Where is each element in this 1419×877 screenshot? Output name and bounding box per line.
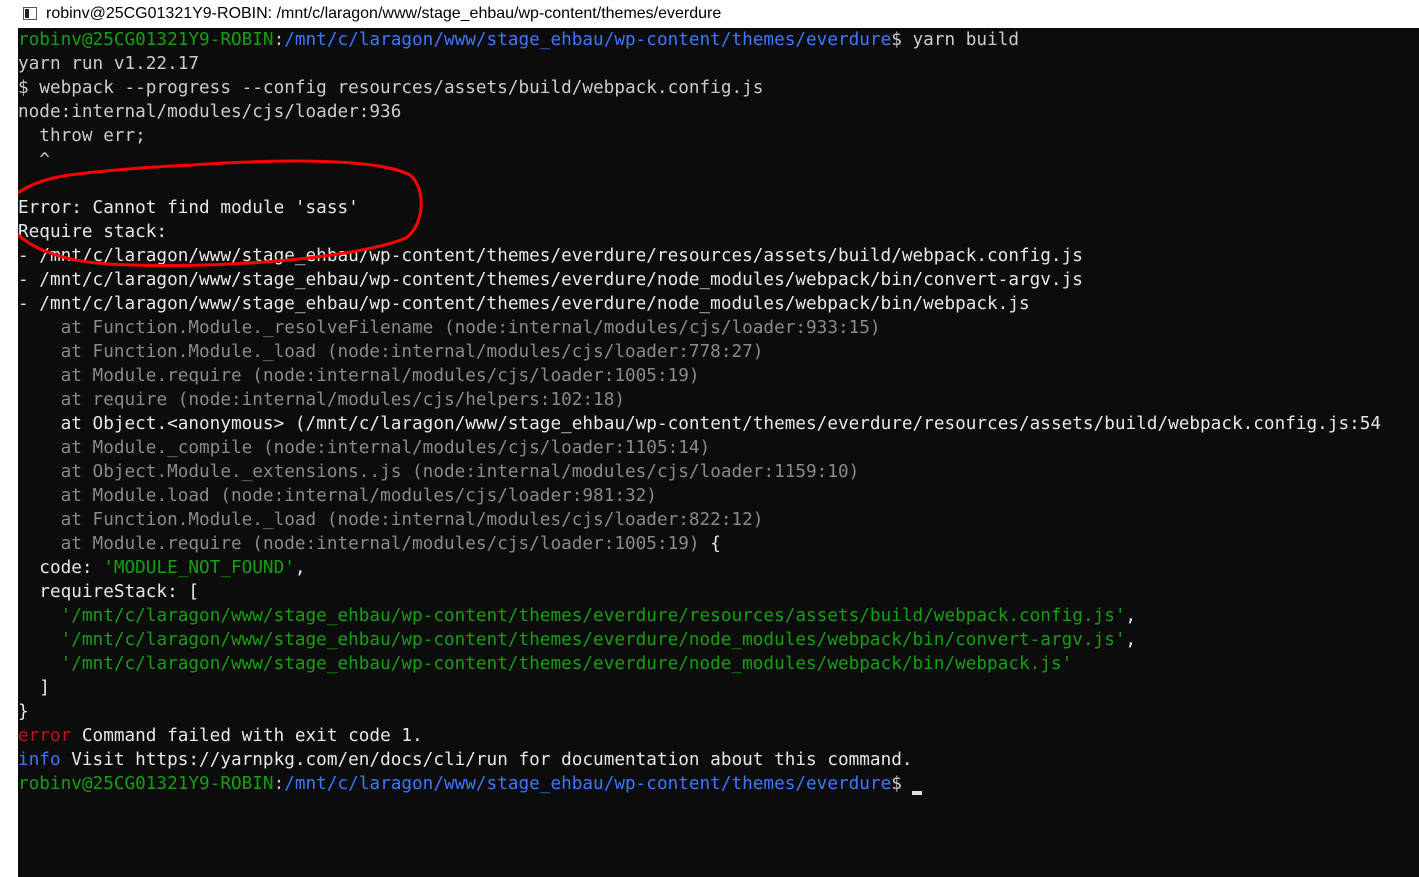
window-title-bar[interactable]: robinv@25CG01321Y9-ROBIN: /mnt/c/laragon…	[0, 0, 1419, 27]
red-highlight-annotation	[18, 159, 423, 268]
window-title: robinv@25CG01321Y9-ROBIN: /mnt/c/laragon…	[46, 4, 722, 22]
terminal-output[interactable]: robinv@25CG01321Y9-ROBIN:/mnt/c/laragon/…	[18, 28, 1419, 877]
terminal-icon	[23, 7, 37, 20]
